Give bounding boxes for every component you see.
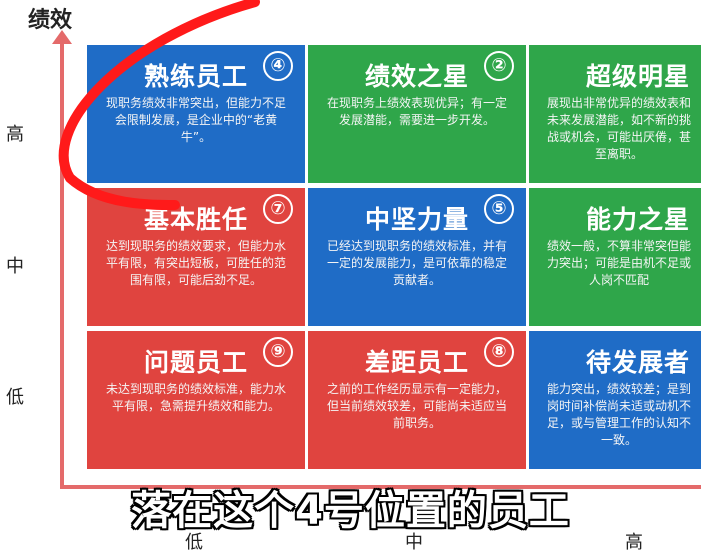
cell-description: 展现出非常优异的绩效表和未来发展潜能，如不新的挑战或机会，可能出厌倦，甚至离职。 <box>546 96 691 161</box>
cell-number-badge: ④ <box>263 51 293 81</box>
cell-description: 达到现职务的绩效要求，但能力水平有限，有突出短板，可胜任的范围有限，可能后劲不足… <box>105 239 286 287</box>
grid-cell-to-be-developed: 待发展者 能力突出，绩效较差；是到岗时间补偿尚未适或动机不足，或与管理工作的认知… <box>529 331 701 469</box>
row-label-mid: 中 <box>6 256 24 277</box>
grid-cell-basically-competent: 基本胜任 ⑦ 达到现职务的绩效要求，但能力水平有限，有突出短板，可胜任的范围有限… <box>87 188 305 326</box>
cell-title: 超级明星 <box>585 62 690 91</box>
cell-title: 待发展者 <box>585 348 690 377</box>
cell-number-badge: ⑤ <box>484 194 514 224</box>
cell-title: 能力之星 <box>585 205 690 234</box>
grid-cell-performance-star: 绩效之星 ② 在现职务上绩效表现优异；有一定发展潜能，需要进一步开发。 <box>308 45 526 183</box>
grid-cell-ability-star: 能力之星 绩效一般，不算非常突但能力突出；可能是由机不足或人岗不匹配 <box>529 188 701 326</box>
cell-description: 绩效一般，不算非常突但能力突出；可能是由机不足或人岗不匹配 <box>546 239 691 287</box>
grid-cell-skilled-employee: 熟练员工 ④ 现职务绩效非常突出，但能力不足会限制发展，是企业中的“老黄牛”。 <box>87 45 305 183</box>
video-subtitle: 落在这个4号位置的员工 <box>131 488 570 534</box>
cell-number-badge: ⑦ <box>263 194 293 224</box>
cell-description: 现职务绩效非常突出，但能力不足会限制发展，是企业中的“老黄牛”。 <box>105 96 286 144</box>
row-label-high: 高 <box>6 124 24 145</box>
grid-cell-core-force: 中坚力量 ⑤ 已经达到现职务的绩效标准，并有一定的发展能力，是可依靠的稳定贡献者… <box>308 188 526 326</box>
cell-description: 之前的工作经历显示有一定能力，但当前绩效较差，可能尚未适应当前职务。 <box>326 382 507 430</box>
y-axis-line <box>60 38 64 488</box>
cell-number-badge: ⑧ <box>484 337 514 367</box>
cell-number-badge: ② <box>484 51 514 81</box>
grid-cell-gap-employee: 差距员工 ⑧ 之前的工作经历显示有一定能力，但当前绩效较差，可能尚未适应当前职务… <box>308 331 526 469</box>
cell-description: 未达到现职务的绩效标准，能力水平有限，急需提升绩效和能力。 <box>105 382 286 413</box>
row-label-low: 低 <box>6 387 24 408</box>
grid-cell-problem-employee: 问题员工 ⑨ 未达到现职务的绩效标准，能力水平有限，急需提升绩效和能力。 <box>87 331 305 469</box>
cell-number-badge: ⑨ <box>263 337 293 367</box>
cell-description: 能力突出，绩效较差；是到岗时间补偿尚未适或动机不足，或与管理工作的认知不一致。 <box>546 382 691 447</box>
cell-description: 在现职务上绩效表现优异；有一定发展潜能，需要进一步开发。 <box>326 96 507 127</box>
grid-cell-superstar: 超级明星 展现出非常优异的绩效表和未来发展潜能，如不新的挑战或机会，可能出厌倦，… <box>529 45 701 183</box>
cell-description: 已经达到现职务的绩效标准，并有一定的发展能力，是可依靠的稳定贡献者。 <box>326 239 507 287</box>
